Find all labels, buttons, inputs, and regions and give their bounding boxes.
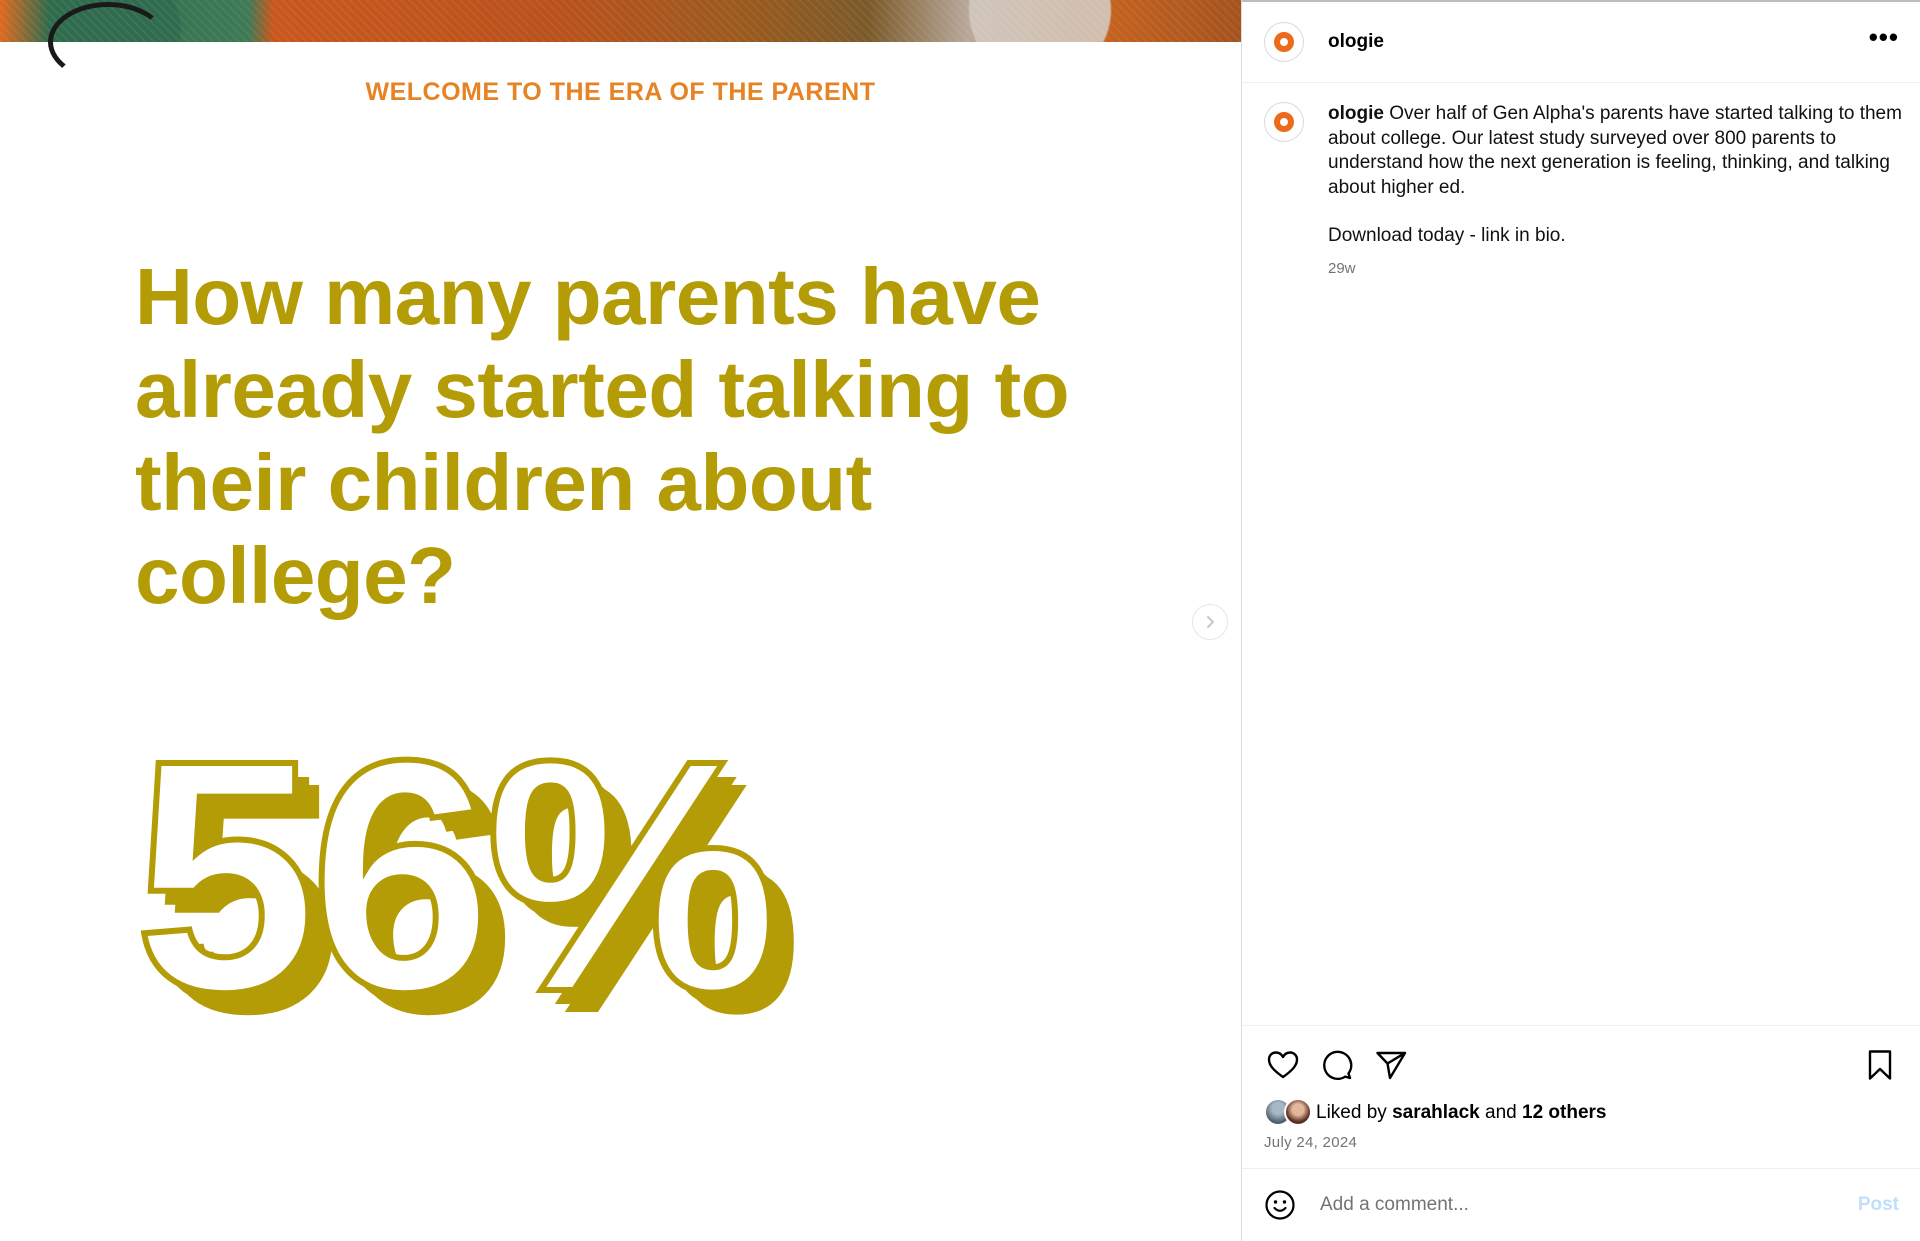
post-date[interactable]: July 24, 2024 xyxy=(1264,1134,1357,1151)
post-media[interactable]: WELCOME TO THE ERA OF THE PARENT How man… xyxy=(0,0,1241,1241)
likes-others[interactable]: 12 others xyxy=(1522,1102,1606,1123)
comment-button[interactable] xyxy=(1318,1046,1356,1084)
heart-icon xyxy=(1267,1051,1299,1079)
likes-prefix: Liked by xyxy=(1316,1102,1387,1123)
chevron-right-icon xyxy=(1207,616,1214,628)
caption-username[interactable]: ologie xyxy=(1328,103,1384,124)
caption-text: Over half of Gen Alpha's parents have st… xyxy=(1328,103,1902,198)
author-avatar[interactable] xyxy=(1264,22,1304,62)
artwork-strip xyxy=(0,0,1241,42)
media-kicker: WELCOME TO THE ERA OF THE PARENT xyxy=(365,78,876,106)
post-comment-button[interactable]: Post xyxy=(1858,1194,1899,1216)
liker-avatars[interactable] xyxy=(1264,1098,1316,1128)
big-stat-face: 56% xyxy=(134,700,774,1040)
liker-avatar xyxy=(1284,1098,1312,1126)
like-button[interactable] xyxy=(1264,1046,1302,1084)
media-headline: How many parents have already started ta… xyxy=(135,252,1069,620)
post-header: ologie ••• xyxy=(1242,2,1920,83)
big-stat: 56% 56% 56% xyxy=(131,700,806,1040)
save-button[interactable] xyxy=(1861,1046,1899,1084)
artwork-curve xyxy=(48,2,168,82)
bookmark-icon xyxy=(1868,1050,1892,1080)
comment-icon xyxy=(1323,1050,1353,1081)
post-age[interactable]: 29w xyxy=(1328,257,1902,282)
comment-input[interactable] xyxy=(1318,1193,1858,1217)
post-sidebar: ologie ••• ologie Over half of Gen Alpha… xyxy=(1241,0,1920,1241)
liked-by-user[interactable]: sarahlack xyxy=(1392,1102,1480,1123)
author-username[interactable]: ologie xyxy=(1328,31,1384,53)
emoji-icon[interactable] xyxy=(1264,1189,1296,1221)
ologie-logo-icon xyxy=(1274,32,1294,52)
likes-and: and xyxy=(1485,1102,1517,1123)
caption-cta: Download today - link in bio. xyxy=(1328,225,1566,246)
caption-avatar[interactable] xyxy=(1264,102,1304,142)
share-button[interactable] xyxy=(1372,1046,1410,1084)
next-slide-button[interactable] xyxy=(1192,604,1228,640)
ologie-logo-icon xyxy=(1274,112,1294,132)
likes-text: Liked by sarahlack and 12 others xyxy=(1316,1102,1607,1124)
post-caption: ologie Over half of Gen Alpha's parents … xyxy=(1264,102,1904,281)
comment-bar: Post xyxy=(1242,1168,1920,1241)
share-icon xyxy=(1376,1051,1407,1080)
likes-summary: Liked by sarahlack and 12 others xyxy=(1264,1098,1607,1128)
more-options-icon[interactable]: ••• xyxy=(1869,24,1899,60)
action-row xyxy=(1264,1046,1899,1086)
